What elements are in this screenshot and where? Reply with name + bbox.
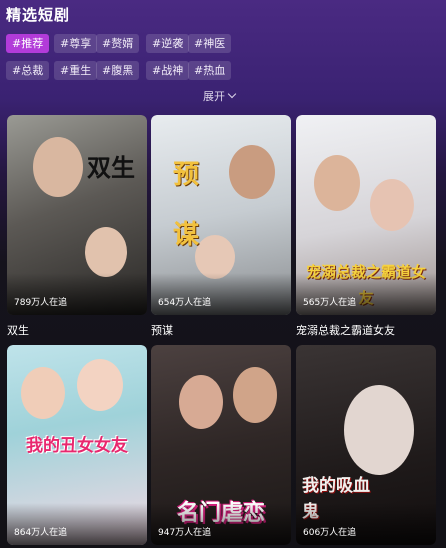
actor-face [314,155,360,211]
chevron-down-icon [227,89,237,99]
actor-face [85,227,127,277]
actor-face [33,137,83,197]
tag-comeback[interactable]: #逆袭 [146,34,190,53]
viewer-count: 947万人在追 [158,528,212,538]
expand-label: 展开 [203,90,225,103]
section-title: 精选短剧 [6,6,71,24]
drama-card[interactable]: 双生 789万人在追 双生 [7,115,147,340]
expand-tags-button[interactable]: 展开 [203,88,237,104]
tag-exclusive[interactable]: #尊享 [54,34,98,53]
drama-poster: 预谋 654万人在追 [151,115,291,315]
tag-scheming[interactable]: #腹黑 [96,61,140,80]
drama-poster: 双生 789万人在追 [7,115,147,315]
actor-face [233,367,277,423]
drama-title: 双生 [7,324,29,337]
tag-passion[interactable]: #热血 [188,61,232,80]
tag-rebirth[interactable]: #重生 [54,61,98,80]
drama-title: 预谋 [151,324,173,337]
drama-poster: 我的吸血鬼 606万人在追 [296,345,436,545]
viewer-count: 606万人在追 [303,528,357,538]
tag-doctor[interactable]: #神医 [188,34,232,53]
drama-poster: 宠溺总裁之霸道女友 565万人在追 [296,115,436,315]
viewer-count: 864万人在追 [14,528,68,538]
drama-title: 宠溺总裁之霸道女友 [296,324,395,337]
drama-card[interactable]: 我的丑女女友 864万人在追 [7,345,147,545]
tag-ceo[interactable]: #总裁 [6,61,50,80]
drama-card[interactable]: 宠溺总裁之霸道女友 565万人在追 宠溺总裁之霸道女友 [296,115,436,340]
actor-face [344,385,414,475]
poster-title-art: 预谋 [173,160,200,250]
viewer-count: 565万人在追 [303,298,357,308]
drama-card[interactable]: 名门虐恋 947万人在追 [151,345,291,545]
viewer-count: 789万人在追 [14,298,68,308]
drama-card[interactable]: 我的吸血鬼 606万人在追 [296,345,436,545]
actor-face [21,367,65,419]
drama-poster: 名门虐恋 947万人在追 [151,345,291,545]
actor-face [77,359,123,411]
actor-face [370,179,414,231]
actor-face [179,375,223,429]
poster-title-art: 我的丑女女友 [26,436,128,456]
tag-war-god[interactable]: #战神 [146,61,190,80]
drama-poster: 我的丑女女友 864万人在追 [7,345,147,545]
tag-son-in-law[interactable]: #赘婿 [96,34,140,53]
drama-card[interactable]: 预谋 654万人在追 预谋 [151,115,291,340]
viewer-count: 654万人在追 [158,298,212,308]
actor-face [229,145,275,199]
poster-title-art: 双生 [87,153,135,182]
tag-recommend[interactable]: #推荐 [6,34,50,53]
